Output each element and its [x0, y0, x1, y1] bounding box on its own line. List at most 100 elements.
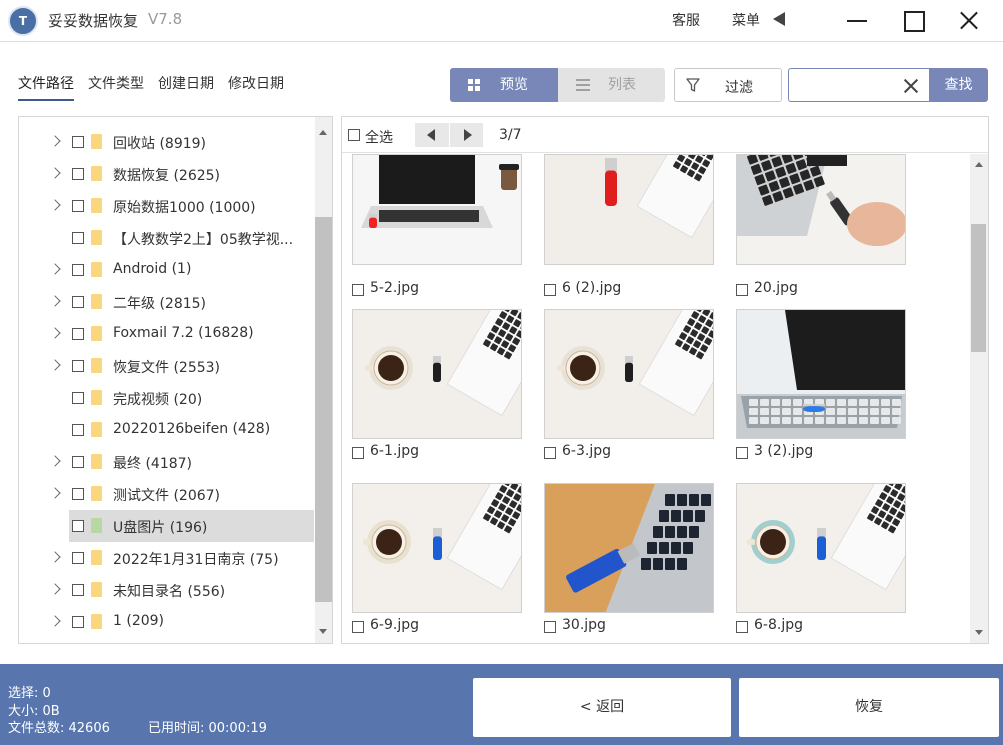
tree-item-checkbox[interactable] — [72, 616, 84, 628]
file-thumbnail-card[interactable]: 6-8.jpg — [736, 483, 906, 633]
file-thumbnail-image[interactable] — [544, 309, 714, 439]
preview-scrollbar[interactable] — [970, 154, 988, 643]
tree-scroll-thumb[interactable] — [315, 217, 332, 602]
tree-item-checkbox[interactable] — [72, 168, 84, 180]
file-checkbox[interactable] — [544, 447, 556, 459]
chevron-right-icon[interactable] — [49, 167, 61, 179]
tree-scrollbar[interactable] — [315, 117, 332, 643]
tree-item[interactable]: 未知目录名 (556) — [19, 574, 314, 606]
support-link[interactable]: 客服 — [672, 10, 700, 30]
tree-item-checkbox[interactable] — [72, 264, 84, 276]
scroll-up-icon[interactable] — [975, 162, 983, 167]
file-checkbox[interactable] — [736, 284, 748, 296]
chevron-right-icon[interactable] — [49, 199, 61, 211]
tree-item[interactable]: U盘图片 (196) — [69, 510, 314, 542]
tree-item-checkbox[interactable] — [72, 360, 84, 372]
file-checkbox[interactable] — [736, 621, 748, 633]
scroll-up-icon[interactable] — [319, 130, 327, 135]
file-thumbnail-card[interactable]: 5-2.jpg — [352, 129, 522, 296]
tree-item[interactable]: Foxmail 7.2 (16828) — [19, 318, 314, 350]
file-checkbox[interactable] — [736, 447, 748, 459]
file-thumbnail-image[interactable] — [352, 309, 522, 439]
back-button[interactable]: < 返回 — [473, 678, 731, 737]
search-button[interactable]: 查找 — [929, 68, 988, 102]
chevron-right-icon[interactable] — [49, 295, 61, 307]
preview-scroll-thumb[interactable] — [971, 224, 986, 352]
tree-item[interactable]: 完成视频 (20) — [19, 382, 314, 414]
file-checkbox[interactable] — [544, 621, 556, 633]
tab-modified-date[interactable]: 修改日期 — [228, 73, 284, 99]
tree-item-checkbox[interactable] — [72, 392, 84, 404]
tab-created-date[interactable]: 创建日期 — [158, 73, 214, 99]
scroll-down-icon[interactable] — [319, 629, 327, 634]
preview-view-button[interactable]: 预览 — [450, 68, 558, 102]
close-button[interactable] — [954, 6, 984, 36]
tree-item-checkbox[interactable] — [72, 232, 84, 244]
chevron-right-icon[interactable] — [49, 551, 61, 563]
chevron-right-icon[interactable] — [49, 327, 61, 339]
tree-item-checkbox[interactable] — [72, 296, 84, 308]
tree-item[interactable]: 恢复文件 (2553) — [19, 350, 314, 382]
file-checkbox[interactable] — [352, 621, 364, 633]
clear-search-icon[interactable] — [903, 78, 919, 94]
tree-item-content: 1 (209) — [19, 606, 314, 638]
tree-item-checkbox[interactable] — [72, 456, 84, 468]
tree-item[interactable]: 20220126beifen (428) — [19, 414, 314, 446]
tree-item[interactable]: Android (1) — [19, 254, 314, 286]
scroll-down-icon[interactable] — [975, 630, 983, 635]
recover-button[interactable]: 恢复 — [739, 678, 999, 737]
maximize-button[interactable] — [898, 6, 928, 36]
tab-file-type[interactable]: 文件类型 — [88, 73, 144, 99]
chevron-right-icon[interactable] — [49, 263, 61, 275]
file-thumbnail-image[interactable] — [736, 309, 906, 439]
file-thumbnail-card[interactable]: 6-3.jpg — [544, 309, 714, 459]
file-thumbnail-card[interactable]: 3 (2).jpg — [736, 309, 906, 459]
tree-item-checkbox[interactable] — [72, 552, 84, 564]
tree-item-checkbox[interactable] — [72, 328, 84, 340]
file-checkbox[interactable] — [352, 284, 364, 296]
filter-button[interactable]: 过滤 — [674, 68, 782, 102]
file-thumbnail-image[interactable] — [736, 483, 906, 613]
minimize-button[interactable] — [842, 6, 872, 36]
chevron-right-icon[interactable] — [49, 487, 61, 499]
list-view-button[interactable]: 列表 — [558, 68, 665, 102]
file-thumbnail-image[interactable] — [352, 154, 522, 265]
tab-file-path[interactable]: 文件路径 — [18, 73, 74, 101]
search-input[interactable] — [795, 74, 895, 96]
file-thumbnail-card[interactable]: 6 (2).jpg — [544, 129, 714, 296]
tree-item[interactable]: 数据恢复 (2625) — [19, 158, 314, 190]
file-checkbox[interactable] — [352, 447, 364, 459]
file-thumbnail-image[interactable] — [544, 483, 714, 613]
tree-item-checkbox[interactable] — [72, 136, 84, 148]
chevron-right-icon[interactable] — [49, 455, 61, 467]
tree-item[interactable]: 测试文件 (2067) — [19, 478, 314, 510]
chevron-right-icon[interactable] — [49, 135, 61, 147]
file-thumbnail-card[interactable]: 6-1.jpg — [352, 309, 522, 459]
menu-link[interactable]: 菜单 — [732, 10, 760, 30]
file-thumbnail-card[interactable]: 20.jpg — [736, 129, 906, 296]
tree-item[interactable]: 二年级 (2815) — [19, 286, 314, 318]
chevron-right-icon[interactable] — [49, 583, 61, 595]
file-thumbnail-image[interactable] — [544, 154, 714, 265]
tree-item-content: 完成视频 (20) — [19, 382, 314, 414]
tree-item[interactable]: 最终 (4187) — [19, 446, 314, 478]
tree-item-checkbox[interactable] — [72, 424, 84, 436]
tree-item-checkbox[interactable] — [72, 488, 84, 500]
file-thumbnail-image[interactable] — [352, 483, 522, 613]
tree-item-content: 恢复文件 (2553) — [19, 350, 314, 382]
tree-item-checkbox[interactable] — [72, 584, 84, 596]
chevron-right-icon[interactable] — [49, 359, 61, 371]
chevron-right-icon[interactable] — [49, 615, 61, 627]
tree-item[interactable]: 2022年1月31日南京 (75) — [19, 542, 314, 574]
tree-item-checkbox[interactable] — [72, 200, 84, 212]
tree-item[interactable]: 回收站 (8919) — [19, 126, 314, 158]
file-thumbnail-card[interactable]: 30.jpg — [544, 483, 714, 633]
tree-item[interactable]: 1 (209) — [19, 606, 314, 638]
menu-arrow-icon[interactable] — [773, 12, 785, 26]
tree-item-checkbox[interactable] — [72, 520, 84, 532]
file-thumbnail-card[interactable]: 6-9.jpg — [352, 483, 522, 633]
tree-item[interactable]: 【人教数学2上】05教学视... — [19, 222, 314, 254]
file-checkbox[interactable] — [544, 284, 556, 296]
file-thumbnail-image[interactable] — [736, 154, 906, 265]
tree-item[interactable]: 原始数据1000 (1000) — [19, 190, 314, 222]
